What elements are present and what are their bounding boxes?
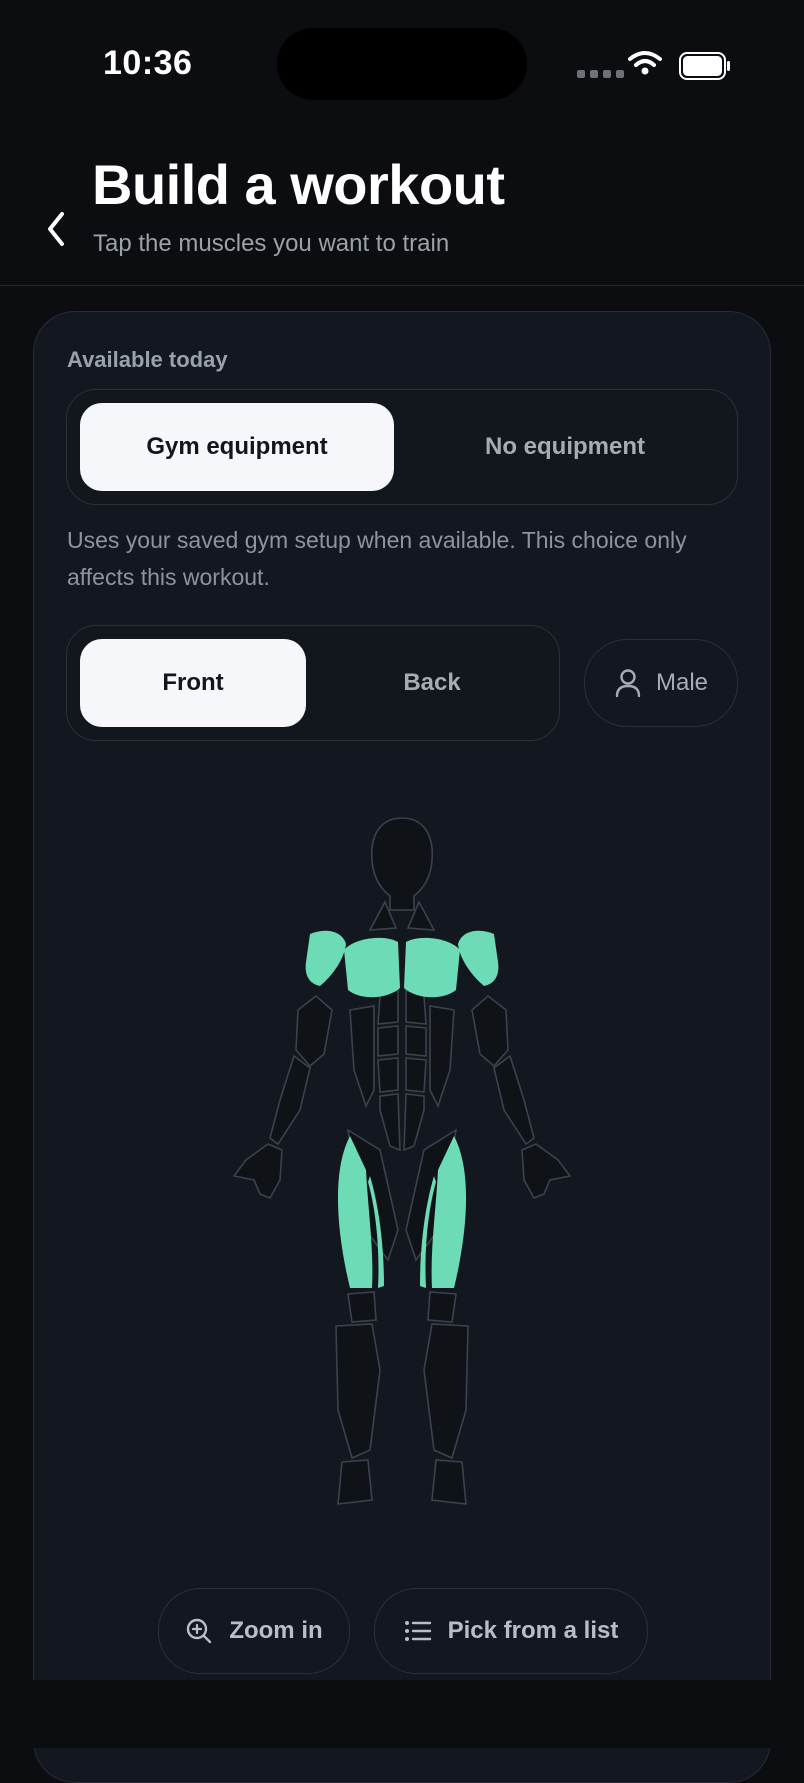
abs-base-right [403,1093,425,1152]
wifi-icon [628,51,662,75]
bottom-safe-area [0,1680,804,1748]
gender-label: Male [655,669,709,696]
foot-right [431,1459,467,1505]
zoom-in-icon [187,1618,212,1644]
page-subtitle: Tap the muscles you want to train [93,230,450,257]
shoulder-right [458,930,499,986]
gender-toggle-button[interactable]: Male [584,639,738,727]
abs-mid-right [405,1025,427,1057]
status-bar: 10:36 [0,0,804,130]
head [370,817,434,911]
biceps-right [471,994,509,1068]
knee-right [427,1291,457,1323]
abs-mid-left [377,1025,399,1057]
foot-left [337,1459,373,1505]
back-chevron-icon[interactable] [42,208,72,250]
oblique-right [429,1005,455,1109]
equipment-description: Uses your saved gym setup when available… [67,527,687,590]
body-muscle-map [232,817,572,1505]
knee-left [347,1291,377,1323]
zoom-in-label: Zoom in [229,1617,323,1644]
forearm-left [269,1054,311,1146]
segment-back[interactable]: Back [319,639,545,727]
list-icon [404,1621,431,1641]
segment-front[interactable]: Front [80,639,306,727]
calf-right [423,1323,469,1460]
abs-low-left [377,1057,399,1093]
chest-left [344,937,400,998]
abs-low-right [405,1057,427,1093]
battery-icon [679,52,730,80]
equipment-section-label: Available today [67,347,228,372]
biceps-left [295,994,333,1068]
equipment-segmented-control: Gym equipment No equipment [66,389,738,505]
view-segmented-control: Front Back [66,625,560,741]
page-title: Build a workout [92,153,505,216]
chest-right [404,937,460,998]
segment-gym-equipment[interactable]: Gym equipment [80,403,394,491]
abs-base [379,1093,401,1152]
pick-from-list-label: Pick from a list [447,1617,619,1644]
oblique-left [349,1005,375,1109]
shoulder-left [305,930,346,986]
segment-no-equipment[interactable]: No equipment [407,403,723,491]
cellular-signal-icon [577,70,624,78]
hand-left [232,1143,283,1200]
person-icon [615,669,641,698]
forearm-right [493,1054,535,1146]
status-time: 10:36 [103,44,193,82]
calf-left [335,1323,381,1460]
hand-right [521,1143,572,1200]
dynamic-island [277,28,527,100]
pick-from-list-button[interactable]: Pick from a list [374,1588,648,1674]
zoom-in-button[interactable]: Zoom in [158,1588,350,1674]
